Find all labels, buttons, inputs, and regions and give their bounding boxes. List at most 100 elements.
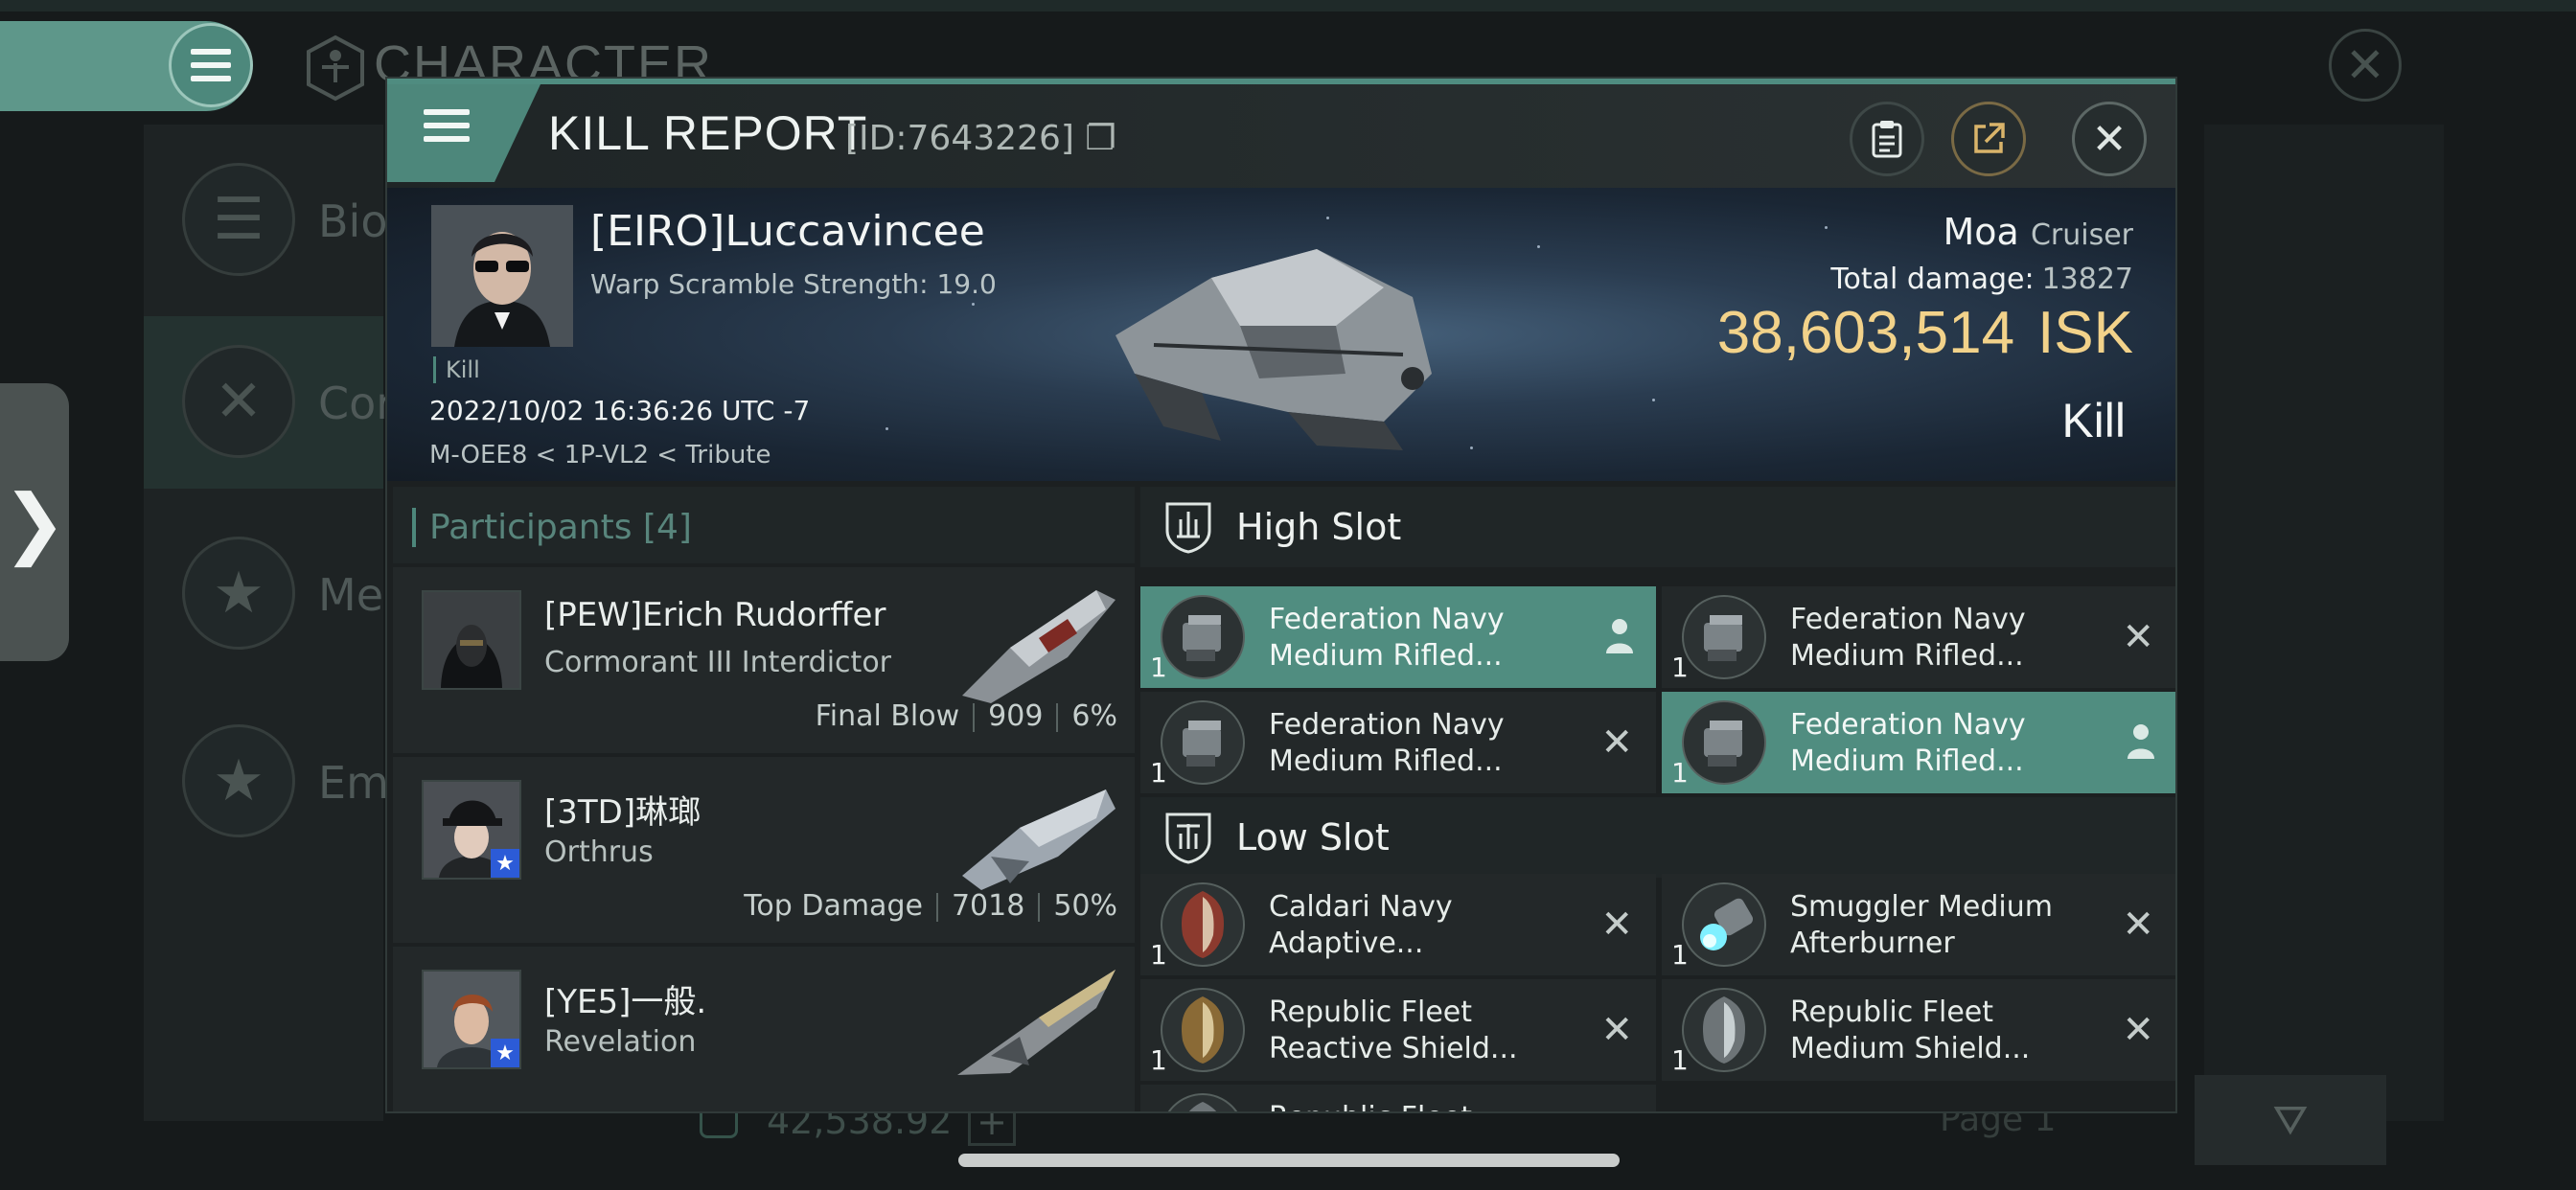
high-slot-header: High Slot [1140,487,2175,567]
stat-label: Top Damage [744,889,923,923]
railgun-turret-icon [1682,595,1766,679]
low-slot-title: Low Slot [1236,816,1390,858]
module-slot[interactable]: 1 Federation Navy Medium Rifled... [1140,586,1656,688]
module-name: Federation Navy Medium Rifled... [1269,603,1505,673]
low-slot-header: Low Slot [1140,797,2175,878]
participant-row[interactable]: ★ [YE5]一般. Revelation [393,947,1135,1111]
kill-location[interactable]: M-OEE8 < 1P-VL2 < Tribute [429,441,771,469]
star-shield-icon: ★ [182,537,295,650]
victim-ship[interactable]: Moa Cruiser [1944,211,2133,253]
crossed-swords-icon: ✕ [182,345,295,458]
participant-ship: Orthrus [544,835,654,869]
destroyed-x-icon: ✕ [1600,721,1633,765]
share-button[interactable] [1951,102,2026,176]
victim-portrait[interactable] [431,205,573,347]
participant-ship: Revelation [544,1025,697,1059]
participants-count: [4] [642,508,692,547]
sidebar-item-label: Bio [318,195,388,247]
high-slot-title: High Slot [1236,506,1402,548]
module-quantity: 1 [1150,939,1167,971]
filter-icon: ⛛ [2272,1095,2309,1145]
kill-id[interactable]: [ID:7643226] ❐ [845,119,1116,158]
module-slot[interactable]: Republic Fleet [1140,1085,1656,1111]
module-quantity: 1 [1671,652,1689,683]
ship-name: Moa [1943,211,2019,253]
close-icon: ✕ [2091,114,2128,164]
home-indicator[interactable] [958,1154,1620,1167]
module-quantity: 1 [1671,939,1689,971]
clipboard-button[interactable] [1850,102,1924,176]
module-slot[interactable]: 1 Republic Fleet Medium Shield... ✕ [1662,979,2175,1081]
railgun-turret-icon [1161,700,1245,785]
module-name: Republic Fleet [1269,1100,1585,1111]
sidebar-item-label: Me [318,569,383,621]
destroyed-x-icon: ✕ [2122,615,2154,659]
railgun-turret-icon [1161,595,1245,679]
screen-close-button[interactable]: ✕ [2329,29,2402,102]
hamburger-icon [424,109,470,142]
victim-summary: [EIRO]Luccavincee Warp Scramble Strength… [387,188,2175,481]
filter-button[interactable]: ⛛ [2195,1075,2386,1165]
module-slot[interactable]: 1 Federation Navy Medium Rifled... [1662,692,2175,793]
total-damage: Total damage: 13827 [1830,263,2133,296]
user-icon [2128,724,2154,759]
participant-ship-image [962,590,1116,703]
module-name: Republic Fleet Medium Shield... [1790,995,2031,1065]
destroyed-x-icon: ✕ [2122,903,2154,947]
sidebar-item-emblems[interactable]: ★ Em [144,696,389,868]
low-slot-icon [1165,812,1211,864]
module-slot[interactable]: 1 Republic Fleet Reactive Shield... ✕ [1140,979,1656,1081]
shield-module-icon [1167,1093,1238,1111]
corp-star-icon: ★ [491,849,519,878]
sidebar-item-bio[interactable]: ☰ Bio [144,134,387,307]
modal-close-button[interactable]: ✕ [2072,102,2147,176]
railgun-turret-icon [1682,700,1766,785]
participant-ship-image [962,790,1116,890]
sidebar-item-label: Em [318,757,389,809]
warp-scramble-strength: Warp Scramble Strength: 19.0 [590,268,997,300]
stat-label: Final Blow [815,699,960,733]
participant-avatar: ★ [422,780,521,880]
damage-percent: 6% [1071,699,1117,733]
module-name: Caldari Navy Adaptive... [1269,890,1453,960]
kill-tag: Kill [433,356,480,383]
destroyed-x-icon: ✕ [2122,1008,2154,1052]
module-quantity: 1 [1671,757,1689,789]
damage-value: 909 [988,699,1044,733]
participant-row[interactable]: [PEW]Erich Rudorffer Cormorant III Inter… [393,567,1135,753]
participants-label: Participants [429,508,632,547]
share-icon [1974,123,2005,153]
module-slot[interactable]: 1 Smuggler Medium Afterburner ✕ [1662,874,2175,975]
modal-title: KILL REPORT [548,106,868,160]
module-name: Smuggler Medium Afterburner [1790,890,2053,960]
participant-ship: Cormorant III Interdictor [544,646,892,679]
close-icon: ✕ [2345,37,2385,93]
copy-id-icon[interactable]: ❐ [1085,119,1116,158]
shield-extender-icon [1682,988,1766,1072]
participant-avatar: ★ [422,970,521,1069]
corp-star-icon: ★ [491,1039,519,1067]
side-drawer-toggle[interactable]: ❯ [0,383,69,661]
destroyed-x-icon: ✕ [1600,903,1633,947]
shield-amplifier-icon [1161,988,1245,1072]
total-damage-value: 13827 [2041,263,2133,296]
hooded-pilot-portrait [424,592,519,688]
victim-name[interactable]: [EIRO]Luccavincee [590,207,985,256]
module-slot[interactable]: 1 Federation Navy Medium Rifled... ✕ [1140,692,1656,793]
module-quantity: 1 [1150,1044,1167,1076]
module-name: Federation Navy Medium Rifled... [1790,603,2026,673]
participant-name: [YE5]一般. [544,983,707,1021]
module-quantity: 1 [1671,1044,1689,1076]
pilot-avatar [431,205,573,347]
module-name: Federation Navy Medium Rifled... [1790,708,2026,778]
module-slot[interactable]: 1 Caldari Navy Adaptive... ✕ [1140,874,1656,975]
sidebar-item-combat[interactable]: ✕ Cor [144,316,394,489]
module-slot[interactable]: 1 Federation Navy Medium Rifled... ✕ [1662,586,2175,688]
isk-loss: 38,603,514 ISK [1717,299,2133,367]
hamburger-icon [191,49,231,81]
sidebar-item-medals[interactable]: ★ Me [144,508,383,680]
participant-row[interactable]: ★ [3TD]琳瑯 Orthrus Top Damage 7018 50% [393,757,1135,943]
high-slot-icon [1165,502,1211,554]
main-menu-button[interactable] [169,23,253,107]
victim-ship-image[interactable] [1096,211,1441,450]
